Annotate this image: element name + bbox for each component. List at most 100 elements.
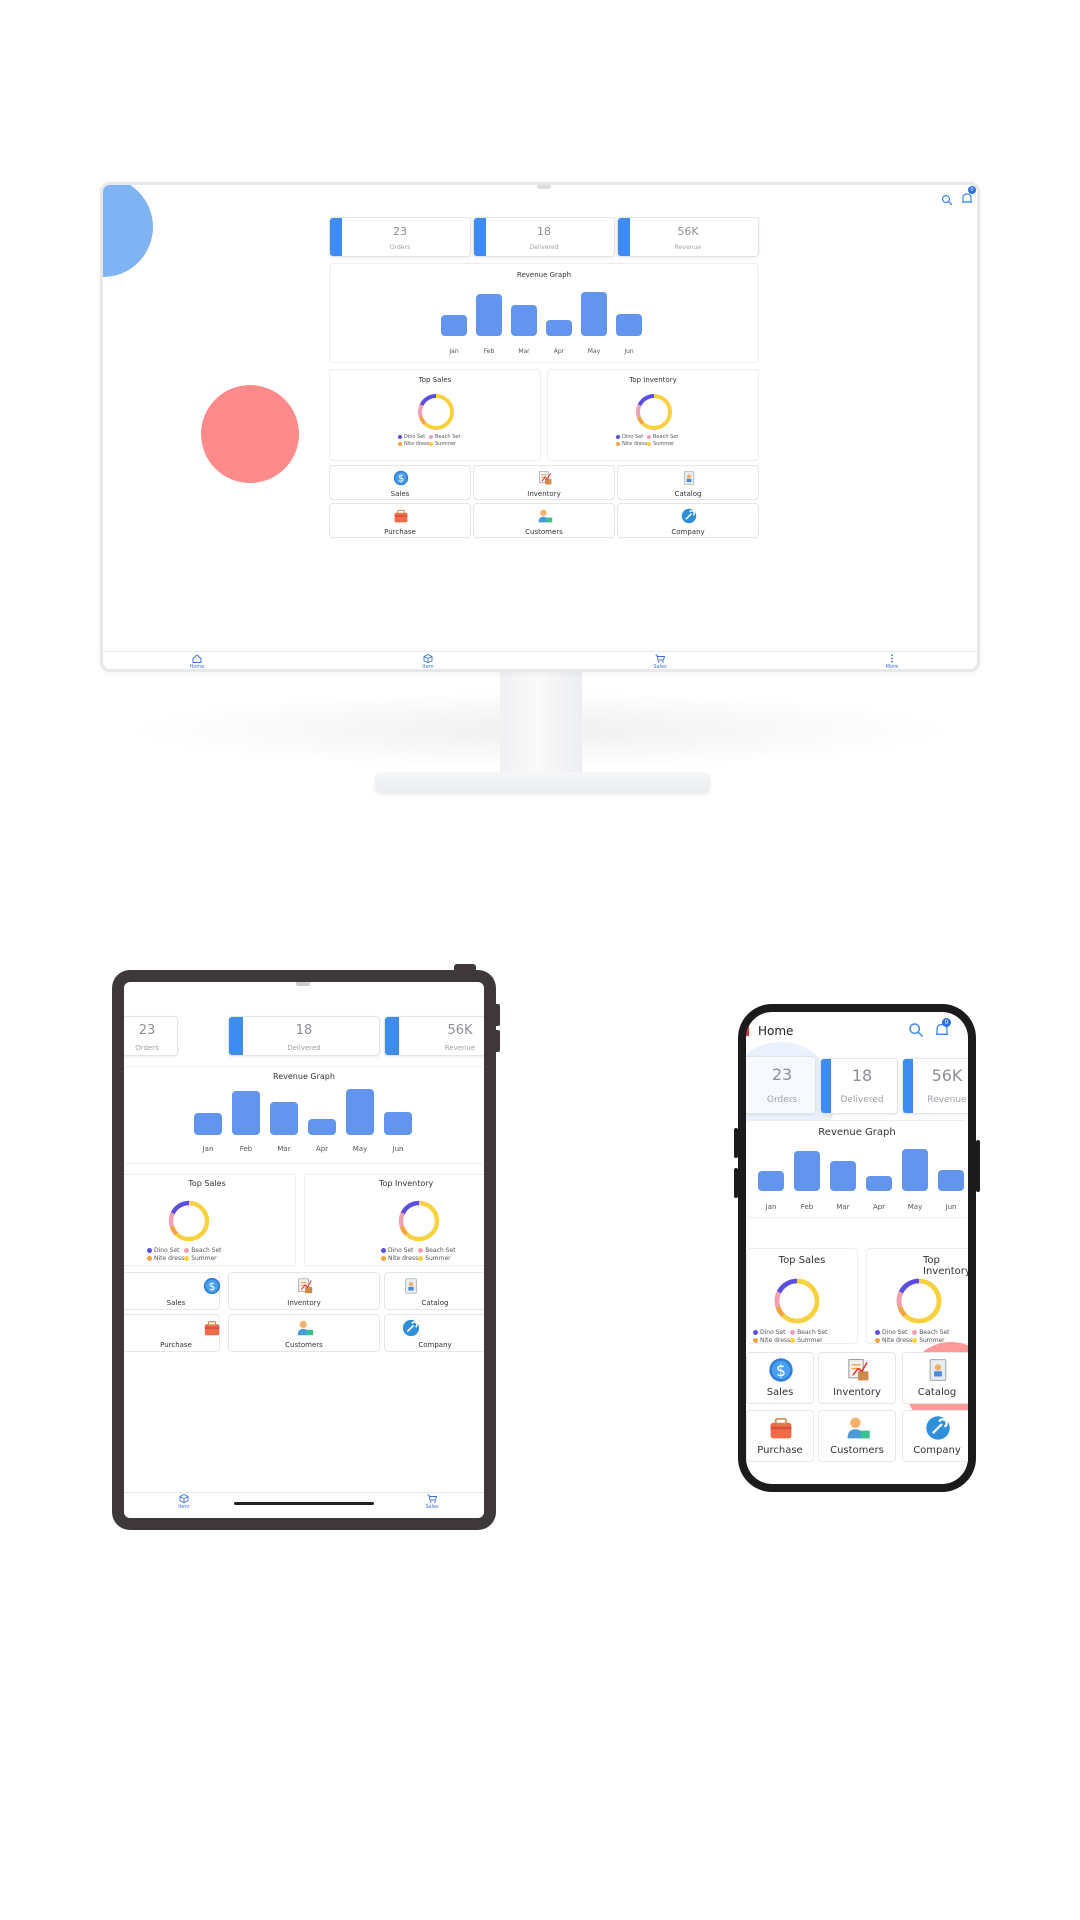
tile-catalog[interactable]: Catalog	[902, 1352, 968, 1404]
revenue-bar-feb[interactable]	[232, 1091, 260, 1135]
tile-company[interactable]: Company	[384, 1314, 484, 1352]
revenue-bar-apr[interactable]	[308, 1119, 336, 1135]
tile-company[interactable]: Company	[902, 1410, 968, 1462]
search-icon[interactable]	[941, 191, 953, 210]
donut-chart	[418, 394, 454, 430]
tile-purchase[interactable]: Purchase	[329, 503, 471, 538]
home-indicator[interactable]	[234, 1502, 374, 1505]
revenue-bar-jan[interactable]	[194, 1113, 222, 1135]
stat-value: 56K	[931, 1066, 963, 1085]
legend-label: Summer	[653, 441, 675, 447]
stat-card-revenue[interactable]: 56K Revenue	[617, 217, 759, 257]
revenue-bar-may[interactable]	[581, 292, 607, 336]
stat-card-delivered[interactable]: 18 Delivered	[820, 1058, 898, 1114]
revenue-bar-jun[interactable]	[938, 1170, 964, 1191]
month-label: Apr	[315, 1145, 329, 1153]
tile-label: Company	[418, 1341, 452, 1349]
card-title: Top Inventory	[923, 1255, 968, 1277]
revenue-bar-jan[interactable]	[441, 315, 467, 336]
purchase-icon	[768, 1415, 794, 1441]
tile-catalog[interactable]: Catalog	[617, 465, 759, 500]
search-icon[interactable]	[908, 1022, 924, 1042]
tile-label: Inventory	[527, 490, 561, 498]
revenue-bar-jun[interactable]	[616, 314, 642, 336]
stat-card-revenue[interactable]: 56K Revenue	[384, 1016, 484, 1056]
month-label: Mar	[518, 348, 530, 355]
stat-value: 56K	[677, 225, 699, 238]
tile-inventory[interactable]: Inventory	[473, 465, 615, 500]
tile-customers[interactable]: Customers	[818, 1410, 896, 1462]
revenue-bar-may[interactable]	[346, 1089, 374, 1135]
revenue-bar-mar[interactable]	[830, 1161, 856, 1191]
catalog-icon	[681, 470, 697, 486]
revenue-bar-jun[interactable]	[384, 1112, 412, 1135]
cart-icon	[655, 654, 665, 663]
stat-card-orders[interactable]: 23 Orders	[329, 217, 471, 257]
legend-label: Nite dress	[760, 1337, 791, 1344]
month-label: Jan	[202, 1145, 214, 1153]
revenue-bar-mar[interactable]	[270, 1102, 298, 1135]
legend-label: Beach Set	[425, 1247, 456, 1254]
revenue-bar-may[interactable]	[902, 1149, 928, 1191]
customers-icon	[845, 1415, 871, 1441]
top-inventory-card: Top Inventory Dino Set Beach Set Nite dress…	[547, 369, 759, 461]
top-sales-card: Top Sales Dino Set Beach Set Nite dress Summ…	[329, 369, 541, 461]
stat-card-delivered[interactable]: 18 Delivered	[473, 217, 615, 257]
purchase-icon	[393, 508, 409, 524]
stat-value: 23	[393, 225, 407, 238]
legend-dot	[616, 434, 620, 439]
phone-power-button	[976, 1140, 980, 1192]
legend-item: Summer	[418, 1255, 451, 1262]
nav-label: Item	[178, 1504, 190, 1510]
nav-label: Home	[189, 664, 205, 670]
stat-label: Revenue	[444, 1044, 476, 1052]
revenue-bar-jan[interactable]	[758, 1171, 784, 1191]
tile-customers[interactable]: Customers	[473, 503, 615, 538]
stat-label: Revenue	[674, 244, 702, 251]
legend-item: Dino Set	[616, 434, 643, 440]
nav-label: Sales	[653, 664, 667, 670]
tile-label: Purchase	[757, 1445, 803, 1456]
phone-side-button	[734, 1128, 738, 1158]
legend-dot	[398, 441, 402, 446]
tile-purchase[interactable]: Purchase	[746, 1410, 814, 1462]
stat-label: Delivered	[529, 244, 559, 251]
header-accent-mark	[746, 1026, 749, 1036]
revenue-bar-feb[interactable]	[476, 294, 502, 336]
month-label: Mar	[836, 1203, 850, 1211]
monitor-camera-notch	[537, 185, 551, 189]
tablet-top-button	[454, 964, 476, 972]
legend-dot	[147, 1248, 152, 1253]
stat-value: 23	[771, 1065, 793, 1084]
legend-item: Nite dress	[147, 1255, 184, 1262]
tile-catalog[interactable]: Catalog	[384, 1272, 484, 1310]
revenue-bar-feb[interactable]	[794, 1151, 820, 1191]
tile-label: Sales	[766, 1387, 794, 1398]
tile-company[interactable]: Company	[617, 503, 759, 538]
revenue-bar-mar[interactable]	[511, 305, 537, 336]
revenue-bar-apr[interactable]	[866, 1176, 892, 1191]
stat-value: 18	[537, 225, 551, 238]
tile-sales[interactable]: $ Sales	[329, 465, 471, 500]
stat-card-revenue[interactable]: 56K Revenue	[902, 1058, 968, 1114]
legend-item: Summer	[429, 441, 456, 447]
chart-title: Revenue Graph	[516, 271, 572, 279]
stat-card-orders[interactable]: 23 Orders	[746, 1056, 816, 1114]
legend-label: Beach Set	[797, 1329, 828, 1336]
legend-item: Nite dress	[875, 1337, 912, 1344]
stat-label: Delivered	[840, 1095, 884, 1105]
legend-label: Summer	[435, 441, 457, 447]
card-title: Top Sales	[418, 376, 452, 384]
revenue-graph-card: Revenue Graph Jan Feb Mar Apr May Jun	[124, 1066, 484, 1164]
tile-purchase[interactable]: Purchase	[124, 1314, 220, 1352]
catalog-icon	[402, 1277, 420, 1295]
revenue-bar-apr[interactable]	[546, 320, 572, 336]
legend-dot	[147, 1256, 152, 1261]
stat-card-orders[interactable]: 23 Orders	[124, 1016, 178, 1056]
tile-sales[interactable]: $ Sales	[746, 1352, 814, 1404]
tile-sales[interactable]: $ Sales	[124, 1272, 221, 1310]
top-sales-card: Top Sales Dino Set Beach Set Nite dress Summ…	[746, 1248, 858, 1344]
month-label: Feb	[800, 1203, 814, 1211]
stat-card-delivered[interactable]: 18 Delivered	[228, 1016, 380, 1056]
tile-inventory[interactable]: Inventory	[818, 1352, 896, 1404]
